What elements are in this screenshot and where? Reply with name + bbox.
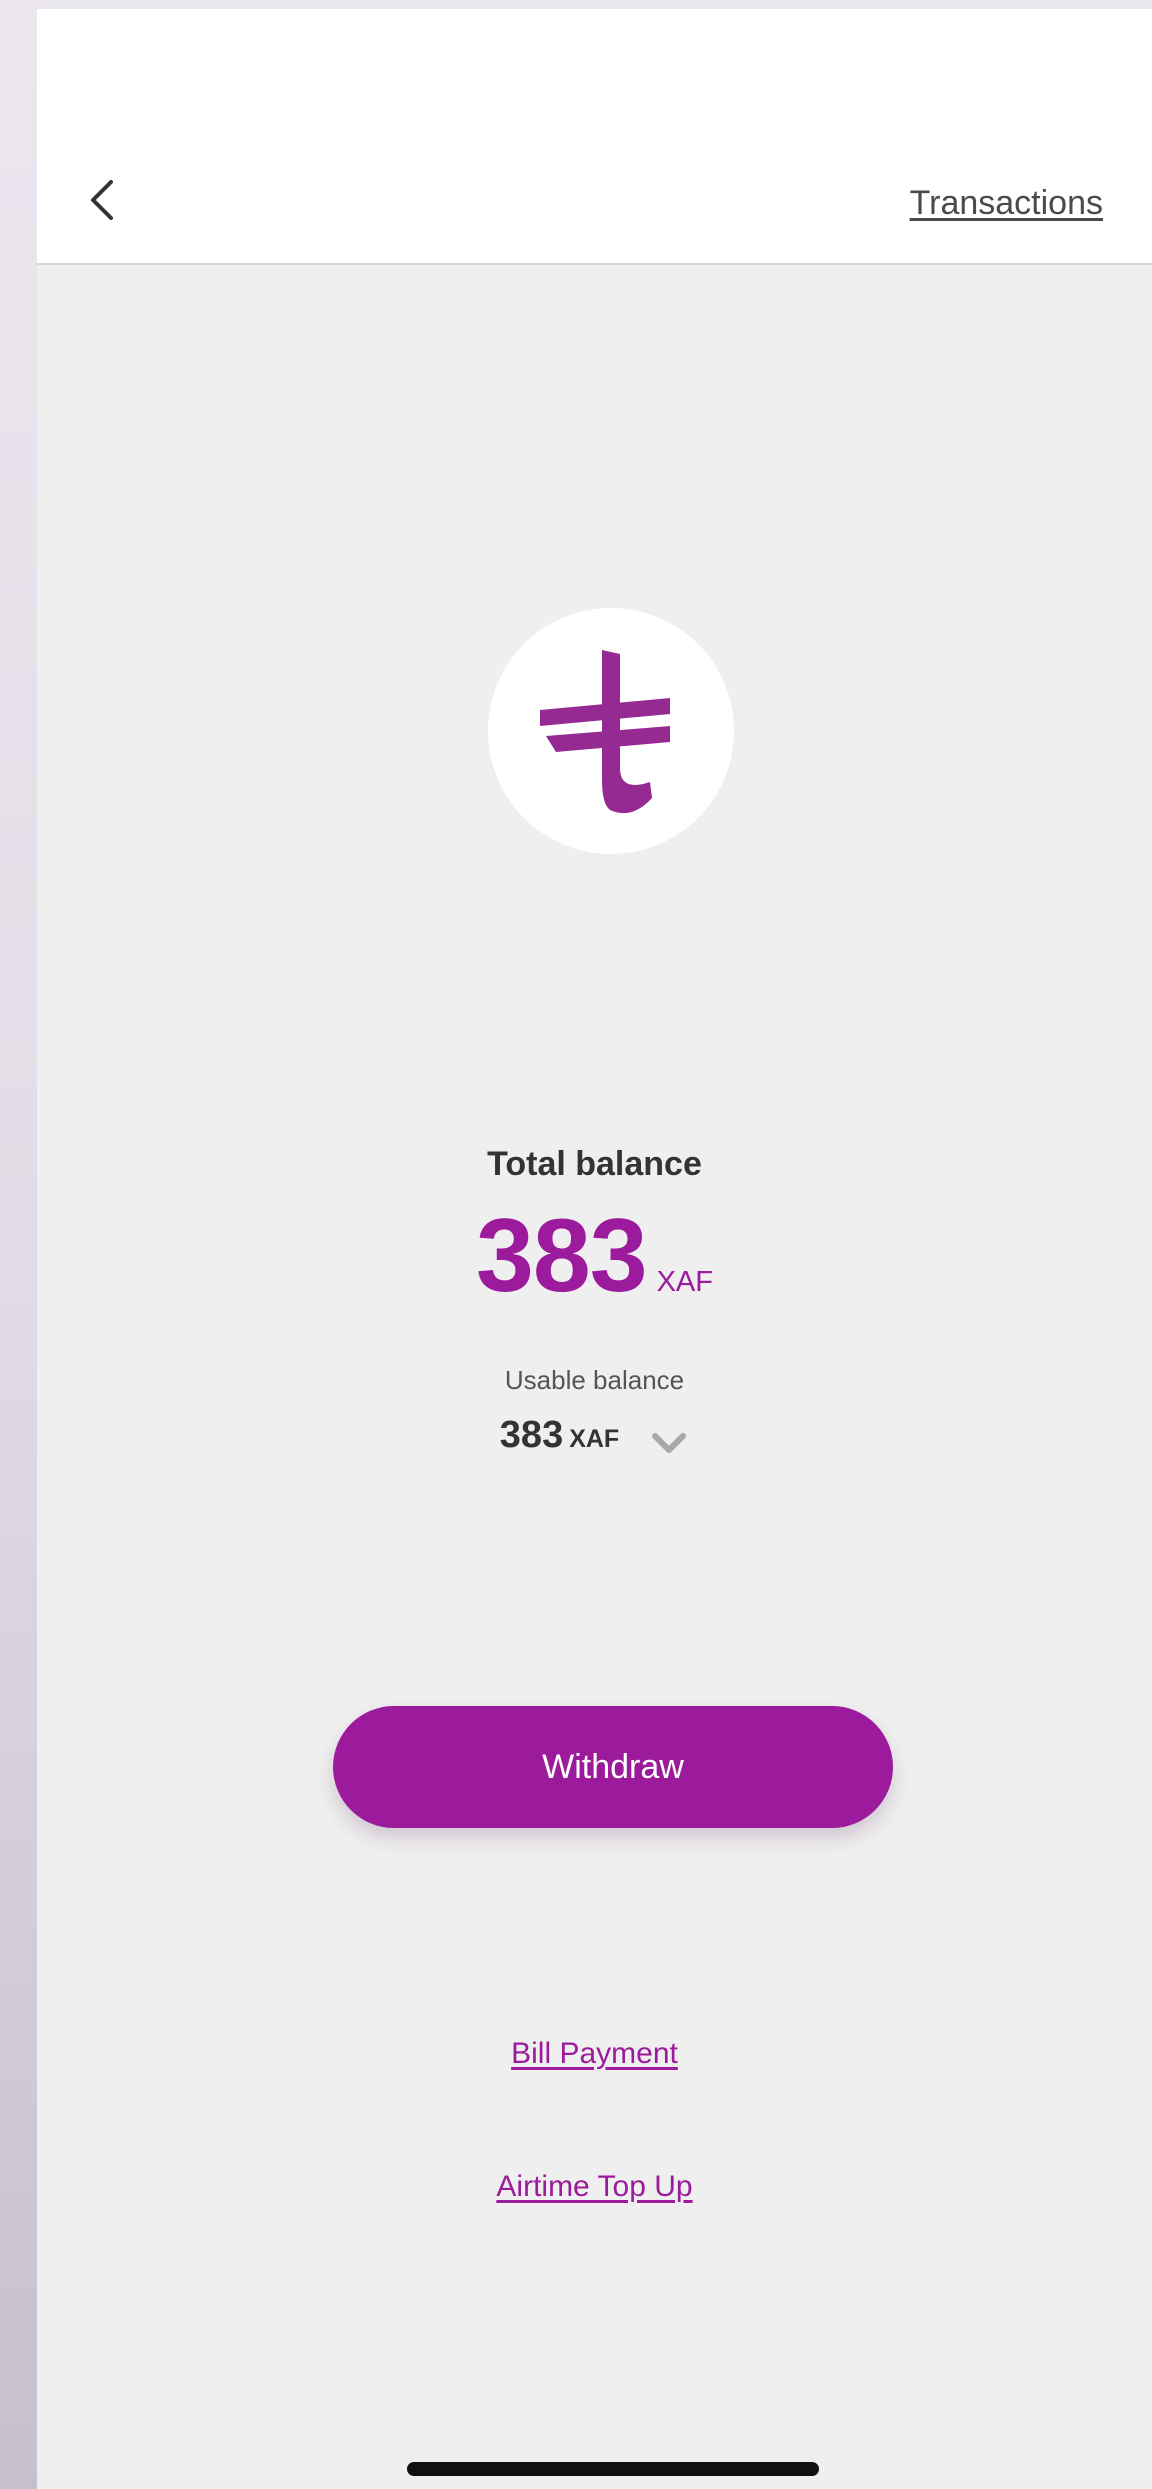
airtime-top-up-label[interactable]: Airtime Top Up	[496, 2170, 692, 2203]
home-indicator[interactable]	[407, 2462, 819, 2476]
total-balance-label: Total balance	[487, 1145, 702, 1183]
transactions-link[interactable]: Transactions	[910, 184, 1103, 223]
usable-balance-currency: XAF	[569, 1425, 620, 1453]
usable-balance-amount: 383 XAF	[37, 1414, 1152, 1458]
tugrik-logo-icon	[540, 650, 670, 814]
airtime-top-up-link[interactable]: Airtime Top Up	[37, 2170, 1152, 2204]
usable-balance-value: 383	[499, 1414, 564, 1456]
total-balance-currency: XAF	[656, 1266, 713, 1298]
chevron-down-icon	[652, 1432, 687, 1453]
expand-balance-button[interactable]	[649, 1428, 689, 1458]
background-edge	[0, 0, 37, 2489]
bill-payment-link[interactable]: Bill Payment	[37, 2037, 1152, 2071]
back-button[interactable]	[77, 174, 129, 226]
total-balance-amount: 383 XAF	[37, 1197, 1152, 1316]
wallet-screen: Transactions Total balance 383 XAF Usable…	[37, 9, 1152, 2489]
total-balance-value: 383	[476, 1198, 648, 1314]
chevron-left-icon	[91, 180, 113, 220]
top-bar: Transactions	[37, 9, 1152, 265]
bill-payment-label[interactable]: Bill Payment	[511, 2037, 678, 2070]
usable-balance-label: Usable balance	[504, 1365, 685, 1395]
currency-logo	[488, 608, 734, 854]
background-top-edge	[37, 0, 1152, 9]
withdraw-button[interactable]: Withdraw	[333, 1706, 893, 1828]
